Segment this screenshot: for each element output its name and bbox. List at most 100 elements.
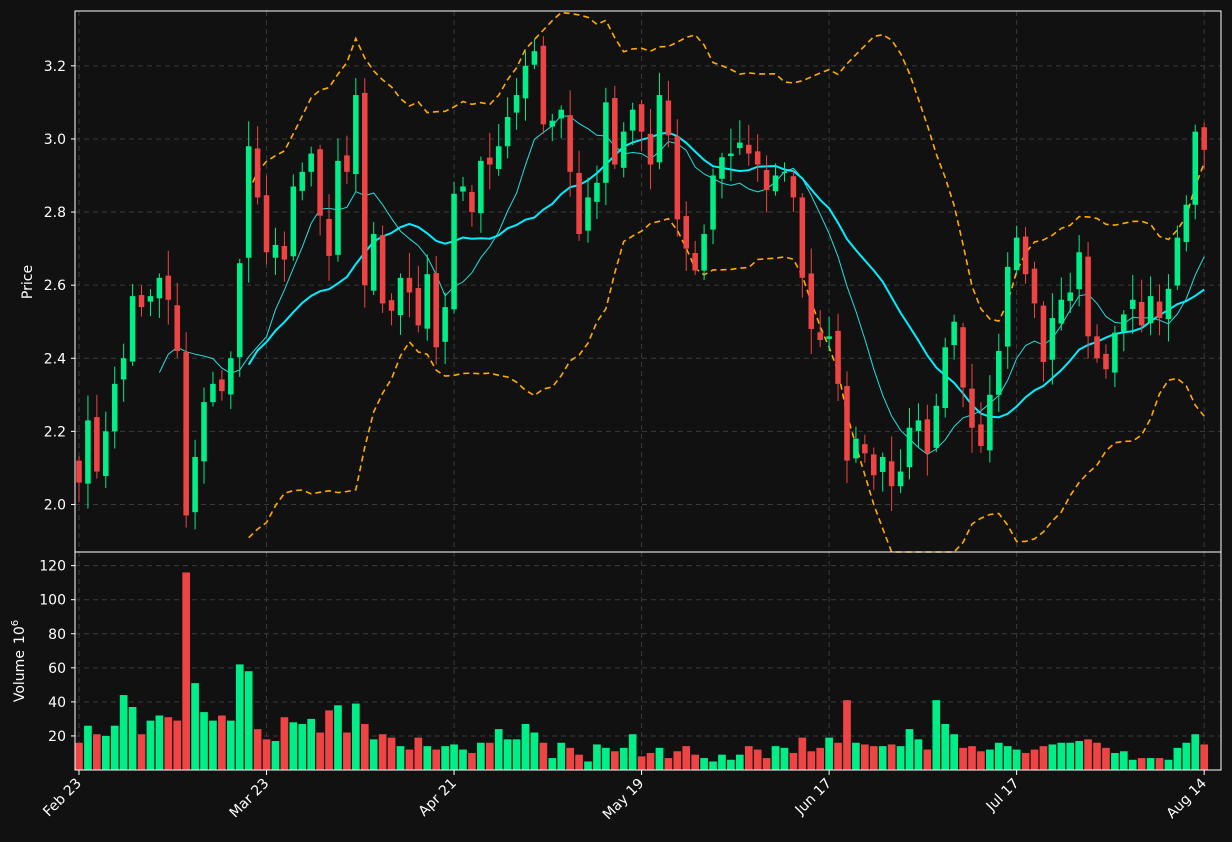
volume-bar: [762, 758, 771, 770]
volume-bar: [244, 671, 253, 770]
candle-body: [1121, 314, 1127, 332]
volume-bar: [503, 739, 512, 770]
candle-body: [853, 438, 859, 459]
volume-bar: [485, 742, 494, 770]
volume-bar: [137, 734, 146, 770]
candle-body: [612, 97, 618, 165]
volume-bar: [441, 746, 449, 770]
candle-body: [138, 295, 145, 308]
candle-body: [754, 151, 761, 165]
volume-tick-label: 100: [39, 593, 66, 609]
volume-bar: [834, 742, 842, 770]
candle-body: [281, 246, 288, 260]
candle-body: [156, 277, 163, 299]
volume-bar: [691, 754, 700, 770]
volume-bar: [816, 747, 825, 770]
volume-bar: [1191, 734, 1200, 770]
volume-bar: [182, 572, 190, 770]
candle-body: [183, 352, 189, 516]
volume-bar: [75, 742, 83, 770]
candle-body: [1049, 318, 1056, 360]
candle-body: [504, 117, 511, 147]
candle-body: [701, 233, 707, 271]
volume-axis-title: Volume 106: [10, 620, 28, 702]
volume-bar: [932, 700, 941, 770]
candle-body: [737, 142, 743, 149]
volume-bar: [887, 744, 896, 770]
volume-bar: [110, 725, 119, 770]
volume-bar: [637, 756, 646, 770]
candle-body: [862, 444, 868, 454]
candle-body: [1174, 237, 1181, 286]
candle-body: [585, 197, 591, 231]
candle-body: [487, 157, 493, 165]
candle-body: [540, 45, 547, 125]
candle-body: [960, 327, 966, 388]
volume-bar: [334, 705, 342, 770]
candle-body: [576, 172, 582, 234]
candle-body: [1004, 266, 1011, 347]
candle-body: [1094, 336, 1100, 359]
volume-bar: [164, 717, 173, 770]
volume-bar: [1093, 742, 1101, 770]
candle-body: [942, 347, 948, 408]
candle-body: [290, 186, 297, 257]
volume-bar: [530, 732, 539, 770]
candle-body: [361, 92, 368, 286]
volume-bar: [414, 737, 423, 770]
candle-body: [1183, 204, 1190, 243]
candle-body: [433, 273, 439, 348]
candle-body: [558, 109, 564, 119]
volume-bar: [405, 749, 414, 770]
volume-axis-title-text: Volume: [12, 650, 28, 702]
volume-bar: [1039, 746, 1048, 770]
volume-bar: [575, 754, 583, 770]
volume-bar: [468, 752, 476, 770]
volume-bar: [950, 734, 958, 770]
candle-body: [835, 330, 841, 384]
volume-bar: [1200, 744, 1209, 770]
candle-body: [353, 95, 359, 175]
candle-body: [1103, 353, 1109, 370]
volume-tick-label: 60: [48, 661, 66, 677]
volume-bar: [593, 744, 601, 770]
volume-tick-label: 20: [48, 729, 66, 745]
volume-tick-label: 80: [48, 627, 66, 643]
candle-body: [254, 148, 261, 198]
volume-bar: [1048, 744, 1057, 770]
volume-bar: [914, 739, 923, 770]
candle-body: [370, 233, 377, 291]
candle-body: [1040, 305, 1047, 362]
candle-body: [1022, 236, 1029, 275]
volume-bar: [1155, 758, 1164, 770]
volume-bar: [664, 758, 673, 770]
volume-bar: [316, 732, 324, 770]
volume-bar: [1084, 739, 1092, 770]
volume-bar: [369, 739, 378, 770]
volume-bar: [861, 744, 869, 770]
price-tick-label: 2.4: [44, 351, 66, 367]
candle-body: [799, 197, 806, 278]
candle-body: [397, 277, 404, 316]
volume-bar: [1173, 747, 1182, 770]
volume-bar: [351, 703, 360, 770]
candle-body: [647, 133, 654, 165]
candle-body: [781, 171, 788, 174]
candle-body: [326, 218, 332, 256]
volume-bar: [378, 734, 387, 770]
volume-bar: [843, 700, 851, 770]
price-tick-label: 2.2: [44, 424, 66, 440]
volume-bar: [307, 718, 316, 770]
volume-bar: [539, 742, 548, 770]
candle-body: [719, 157, 725, 179]
candle-body: [656, 95, 663, 163]
candle-body: [415, 288, 422, 326]
volume-bar: [744, 746, 753, 770]
candle-body: [442, 307, 448, 342]
volume-bar: [753, 749, 762, 770]
candle-body: [665, 100, 672, 136]
volume-bar: [700, 758, 708, 770]
candle-body: [603, 102, 609, 183]
candle-body: [344, 155, 350, 172]
candle-body: [817, 332, 823, 340]
